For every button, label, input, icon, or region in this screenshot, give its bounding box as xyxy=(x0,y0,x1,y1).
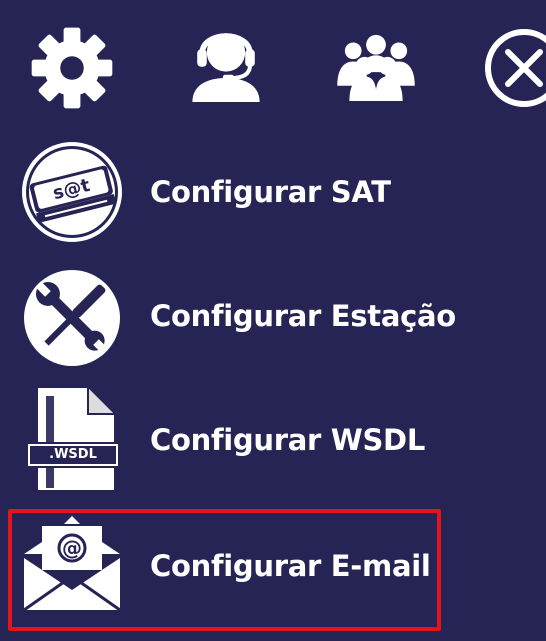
support-agent-icon[interactable] xyxy=(186,22,266,102)
email-envelope-icon: @ xyxy=(18,512,126,620)
menu-item-configurar-wsdl[interactable]: .WSDL Configurar WSDL xyxy=(18,386,438,494)
gear-icon[interactable] xyxy=(30,26,114,110)
svg-text:@: @ xyxy=(62,536,82,560)
menu-item-label: Configurar WSDL xyxy=(150,423,426,457)
menu-item-label: Configurar SAT xyxy=(150,175,391,209)
sat-device-icon: s@t xyxy=(18,138,126,246)
top-toolbar xyxy=(0,0,546,130)
menu-item-configurar-sat[interactable]: s@t Configurar SAT xyxy=(18,138,438,246)
menu-item-label: Configurar Estação xyxy=(150,299,456,333)
menu-item-label: Configurar E-mail xyxy=(150,549,431,583)
wsdl-file-icon-text: .WSDL xyxy=(49,447,97,462)
close-icon[interactable] xyxy=(482,26,546,110)
tools-icon xyxy=(18,262,126,370)
menu-item-configurar-email[interactable]: @ Configurar E-mail xyxy=(18,512,438,620)
menu-item-configurar-estacao[interactable]: Configurar Estação xyxy=(18,262,456,370)
users-group-icon[interactable] xyxy=(334,28,418,104)
wsdl-file-icon: .WSDL xyxy=(18,386,126,494)
